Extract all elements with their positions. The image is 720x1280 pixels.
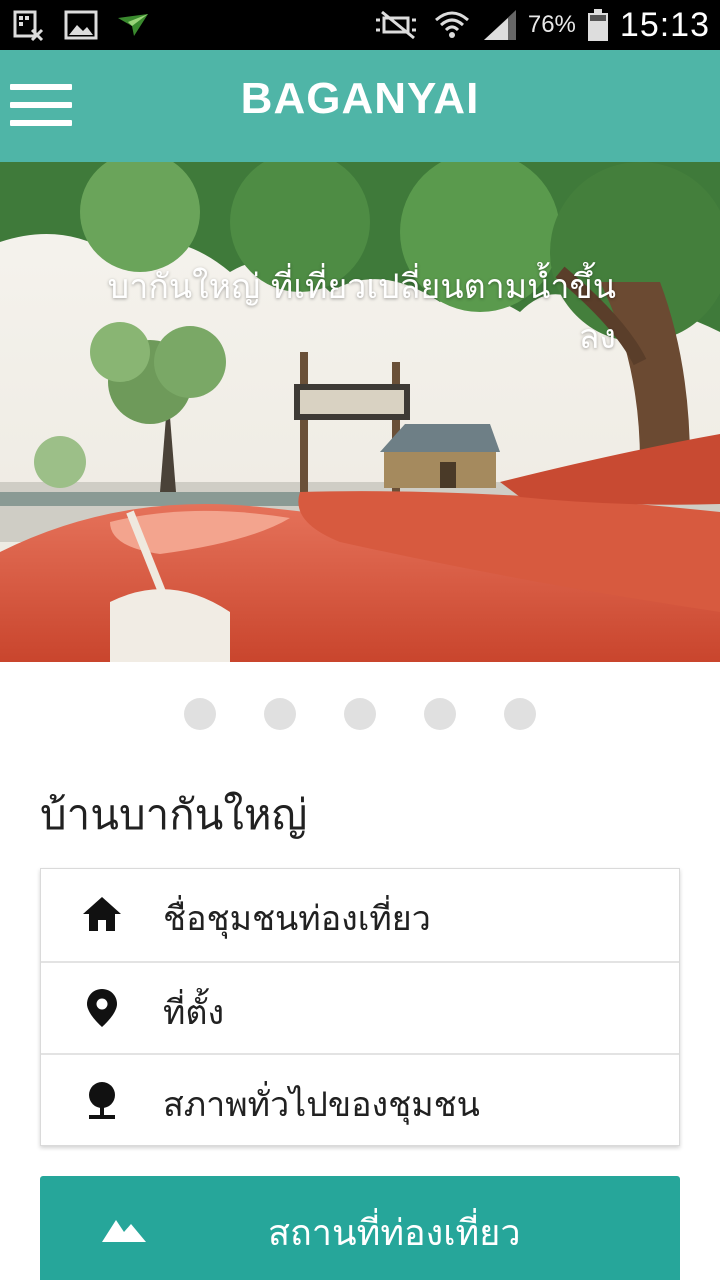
signal-icon xyxy=(483,10,516,40)
status-bar: 76% 15:13 xyxy=(0,0,720,50)
screenshot-icon xyxy=(13,10,44,42)
app-title: BAGANYAI xyxy=(240,74,480,123)
mountain-icon xyxy=(102,1220,146,1242)
hero-carousel[interactable]: บากันใหญ่ ที่เที่ยวเปลี่ยนตามน้ำขึ้นลง xyxy=(0,162,720,662)
list-item-community-name[interactable]: ชื่อชุมชนท่องเที่ยว xyxy=(41,869,679,961)
hero-photo xyxy=(0,162,720,662)
app-bar: BAGANYAI xyxy=(0,50,720,162)
image-icon xyxy=(64,10,98,40)
home-icon xyxy=(83,897,121,931)
carousel-dot[interactable] xyxy=(424,698,456,730)
clock: 15:13 xyxy=(619,5,710,44)
status-bar-notifications xyxy=(12,8,150,42)
location-pin-icon xyxy=(87,989,117,1027)
paper-plane-icon xyxy=(118,14,148,36)
carousel-dot[interactable] xyxy=(264,698,296,730)
wifi-icon xyxy=(434,11,469,38)
mute-icon xyxy=(375,10,416,40)
carousel-dot[interactable] xyxy=(344,698,376,730)
tourist-attractions-label: สถานที่ท่องเที่ยว xyxy=(268,1213,521,1254)
carousel-dot[interactable] xyxy=(504,698,536,730)
carousel-pager xyxy=(0,698,720,732)
carousel-dot[interactable] xyxy=(184,698,216,730)
battery-icon xyxy=(587,9,608,41)
tourist-attractions-button[interactable]: สถานที่ท่องเที่ยว xyxy=(40,1176,680,1280)
list-item-label: สภาพทั่วไปของชุมชน xyxy=(163,1085,480,1125)
list-item-location[interactable]: ที่ตั้ง xyxy=(41,961,679,1053)
list-item-label: ที่ตั้ง xyxy=(163,993,225,1033)
info-list-card: ชื่อชุมชนท่องเที่ยว ที่ตั้ง สภาพทั่วไปขอ… xyxy=(40,868,680,1146)
village-title: บ้านบากันใหญ่ xyxy=(40,790,308,839)
list-item-general-condition[interactable]: สภาพทั่วไปของชุมชน xyxy=(41,1053,679,1145)
hero-caption: บากันใหญ่ ที่เที่ยวเปลี่ยนตามน้ำขึ้นลง xyxy=(107,267,616,357)
tree-icon xyxy=(89,1082,115,1119)
status-bar-system: 76% 15:13 xyxy=(374,4,710,46)
list-item-label: ชื่อชุมชนท่องเที่ยว xyxy=(163,899,431,939)
battery-percentage: 76% xyxy=(527,11,576,38)
